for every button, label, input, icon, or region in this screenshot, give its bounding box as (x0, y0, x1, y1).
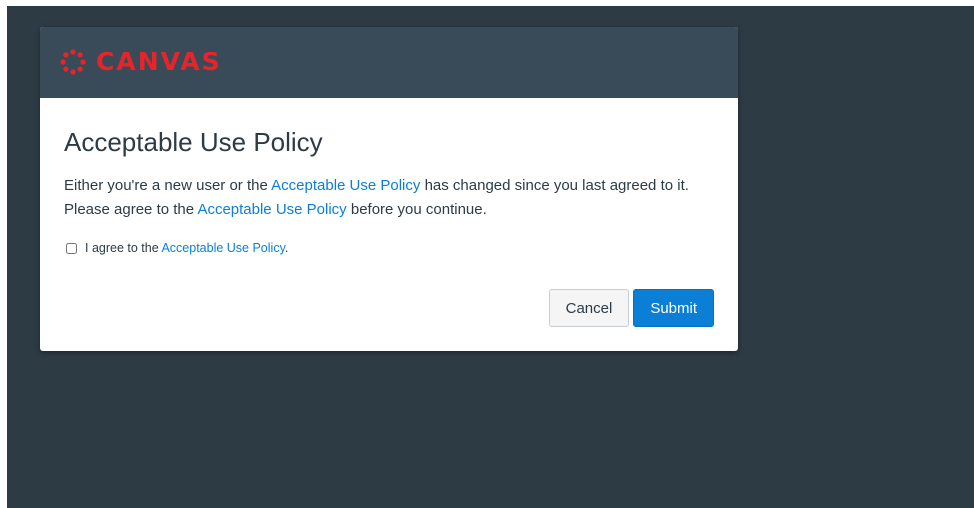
dialog-actions: Cancel Submit (548, 289, 714, 327)
page-background: CANVAS Acceptable Use Policy Either you'… (7, 6, 974, 508)
message-text-3: before you continue. (346, 201, 487, 218)
agree-checkbox[interactable] (66, 242, 77, 254)
agree-label-prefix: I agree to the (85, 241, 162, 255)
policy-message: Either you're a new user or the Acceptab… (64, 174, 714, 222)
agree-policy-link[interactable]: Acceptable Use Policy (161, 241, 284, 255)
canvas-brand: CANVAS (58, 47, 222, 77)
acceptable-use-policy-dialog: CANVAS Acceptable Use Policy Either you'… (40, 27, 738, 351)
agree-label: I agree to the Acceptable Use Policy. (85, 239, 288, 257)
brand-name: CANVAS (96, 47, 222, 76)
canvas-logo-icon (58, 47, 88, 77)
dialog-body: Acceptable Use Policy Either you're a ne… (40, 98, 738, 257)
agree-label-suffix: . (284, 241, 289, 255)
cancel-button[interactable]: Cancel (548, 289, 630, 327)
submit-button[interactable]: Submit (633, 289, 714, 327)
policy-link-1[interactable]: Acceptable Use Policy (271, 177, 420, 194)
policy-link-2[interactable]: Acceptable Use Policy (197, 201, 346, 218)
dialog-title: Acceptable Use Policy (64, 127, 323, 157)
dialog-header: CANVAS (40, 27, 738, 98)
agree-checkbox-row[interactable]: I agree to the Acceptable Use Policy. (64, 239, 714, 257)
message-text-1: Either you're a new user or the (64, 177, 272, 194)
